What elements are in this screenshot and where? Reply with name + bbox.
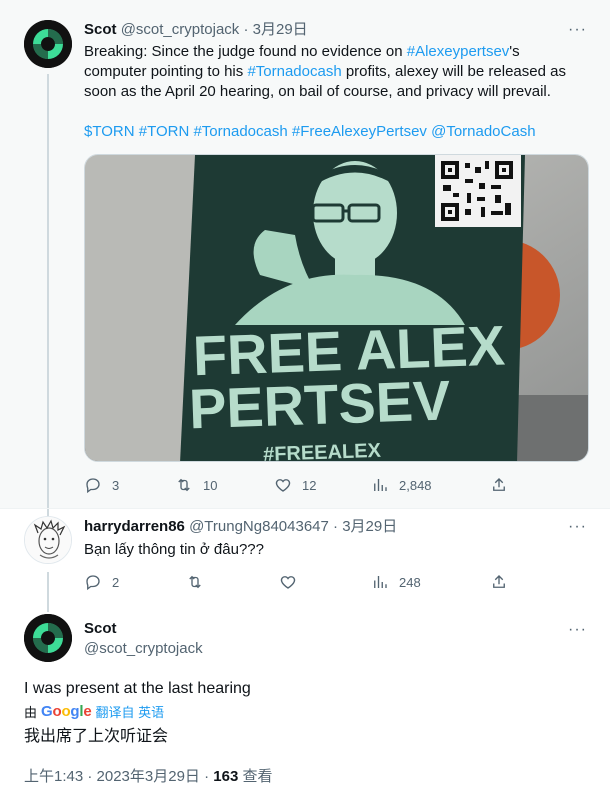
display-name[interactable]: harrydarren86 bbox=[84, 518, 185, 535]
views-count: 163 bbox=[213, 768, 239, 785]
views-button[interactable]: 248 bbox=[371, 573, 421, 591]
views-count: 248 bbox=[399, 574, 421, 590]
poster-hashtag: #FREEALEX bbox=[263, 440, 382, 462]
more-icon[interactable]: ··· bbox=[568, 622, 587, 638]
translated-from-link[interactable]: 翻译自 英语 bbox=[96, 702, 165, 721]
like-icon bbox=[280, 576, 296, 589]
share-icon bbox=[493, 575, 505, 588]
tweet-text: Bạn lấy thông tin ở đâu??? bbox=[84, 541, 264, 558]
translated-text: 我出席了上次听证会 bbox=[24, 728, 169, 745]
display-name[interactable]: Scot bbox=[84, 21, 117, 38]
views-count: 2,848 bbox=[399, 477, 432, 493]
translation-attribution: 由 Google 翻译自 英语 bbox=[24, 702, 164, 721]
display-name[interactable]: Scot bbox=[84, 619, 117, 639]
views-label: 查看 bbox=[238, 768, 273, 785]
reply-count: 3 bbox=[112, 477, 120, 493]
retweet-button[interactable] bbox=[186, 573, 204, 591]
tweet-header: harrydarren86 @TrungNg84043647 · 3月29日 bbox=[84, 517, 397, 537]
tweet-date[interactable]: 3月29日 bbox=[342, 518, 397, 535]
hashtags-line[interactable]: $TORN #TORN #Tornadocash #FreeAlexeyPert… bbox=[84, 122, 584, 142]
timestamp[interactable]: 上午1:43 · 2023年3月29日 · bbox=[24, 768, 213, 785]
poster-title-2: PERTSEV bbox=[188, 368, 451, 440]
thread-connector bbox=[47, 572, 49, 612]
like-button[interactable] bbox=[279, 573, 297, 591]
thread-connector bbox=[47, 74, 49, 516]
like-count: 12 bbox=[302, 477, 317, 493]
avatar[interactable] bbox=[24, 516, 72, 564]
hashtag-link[interactable]: #Alexeypertsev bbox=[407, 43, 510, 60]
tweet-text: I was present at the last hearing bbox=[24, 680, 251, 697]
retweet-count: 10 bbox=[203, 477, 218, 493]
hashtag-link[interactable]: #Tornadocash bbox=[247, 63, 341, 80]
retweet-icon bbox=[178, 478, 190, 492]
share-button[interactable] bbox=[490, 476, 508, 494]
scot-logo-icon bbox=[24, 20, 72, 68]
translated-by-label: 由 bbox=[24, 705, 38, 720]
user-handle[interactable]: @scot_cryptojack bbox=[121, 21, 240, 38]
user-handle[interactable]: @scot_cryptojack bbox=[84, 639, 203, 659]
avatar[interactable] bbox=[24, 614, 72, 662]
tweet-metadata: 上午1:43 · 2023年3月29日 · 163 查看 bbox=[24, 765, 272, 786]
scot-logo-icon bbox=[24, 614, 72, 662]
reply-icon bbox=[86, 478, 100, 494]
separator: · bbox=[333, 518, 339, 535]
like-button[interactable]: 12 bbox=[274, 476, 316, 494]
sketch-portrait-icon bbox=[25, 517, 71, 563]
retweet-icon bbox=[189, 575, 201, 589]
reply-icon bbox=[86, 575, 100, 591]
divider bbox=[0, 508, 610, 509]
views-icon bbox=[374, 479, 387, 491]
google-logo-icon: Google bbox=[41, 703, 92, 720]
reply-count: 2 bbox=[112, 574, 120, 590]
avatar[interactable] bbox=[24, 20, 72, 68]
parent-tweet[interactable]: Scot @scot_cryptojack · 3月29日 ··· Breaki… bbox=[0, 0, 610, 516]
more-icon[interactable]: ··· bbox=[568, 22, 587, 38]
user-handle[interactable]: @TrungNg84043647 bbox=[189, 518, 329, 535]
tweet-text: Breaking: Since the judge found no evide… bbox=[84, 42, 584, 102]
reply-button[interactable]: 3 bbox=[84, 476, 119, 494]
reply-button[interactable]: 2 bbox=[84, 573, 119, 591]
poster-image: FREE ALEX PERTSEV #FREEALEX bbox=[85, 155, 588, 462]
tweet-date[interactable]: 3月29日 bbox=[253, 21, 308, 38]
more-icon[interactable]: ··· bbox=[568, 519, 587, 535]
views-icon bbox=[374, 576, 387, 588]
tweet-header: Scot @scot_cryptojack · 3月29日 bbox=[84, 20, 308, 40]
share-icon bbox=[493, 478, 505, 491]
retweet-button[interactable]: 10 bbox=[175, 476, 217, 494]
views-button[interactable]: 2,848 bbox=[371, 476, 432, 494]
tweet-image[interactable]: FREE ALEX PERTSEV #FREEALEX bbox=[84, 154, 589, 462]
share-button[interactable] bbox=[490, 573, 508, 591]
separator: · bbox=[243, 21, 249, 38]
text-segment: Breaking: Since the judge found no evide… bbox=[84, 43, 407, 60]
like-icon bbox=[275, 479, 291, 492]
